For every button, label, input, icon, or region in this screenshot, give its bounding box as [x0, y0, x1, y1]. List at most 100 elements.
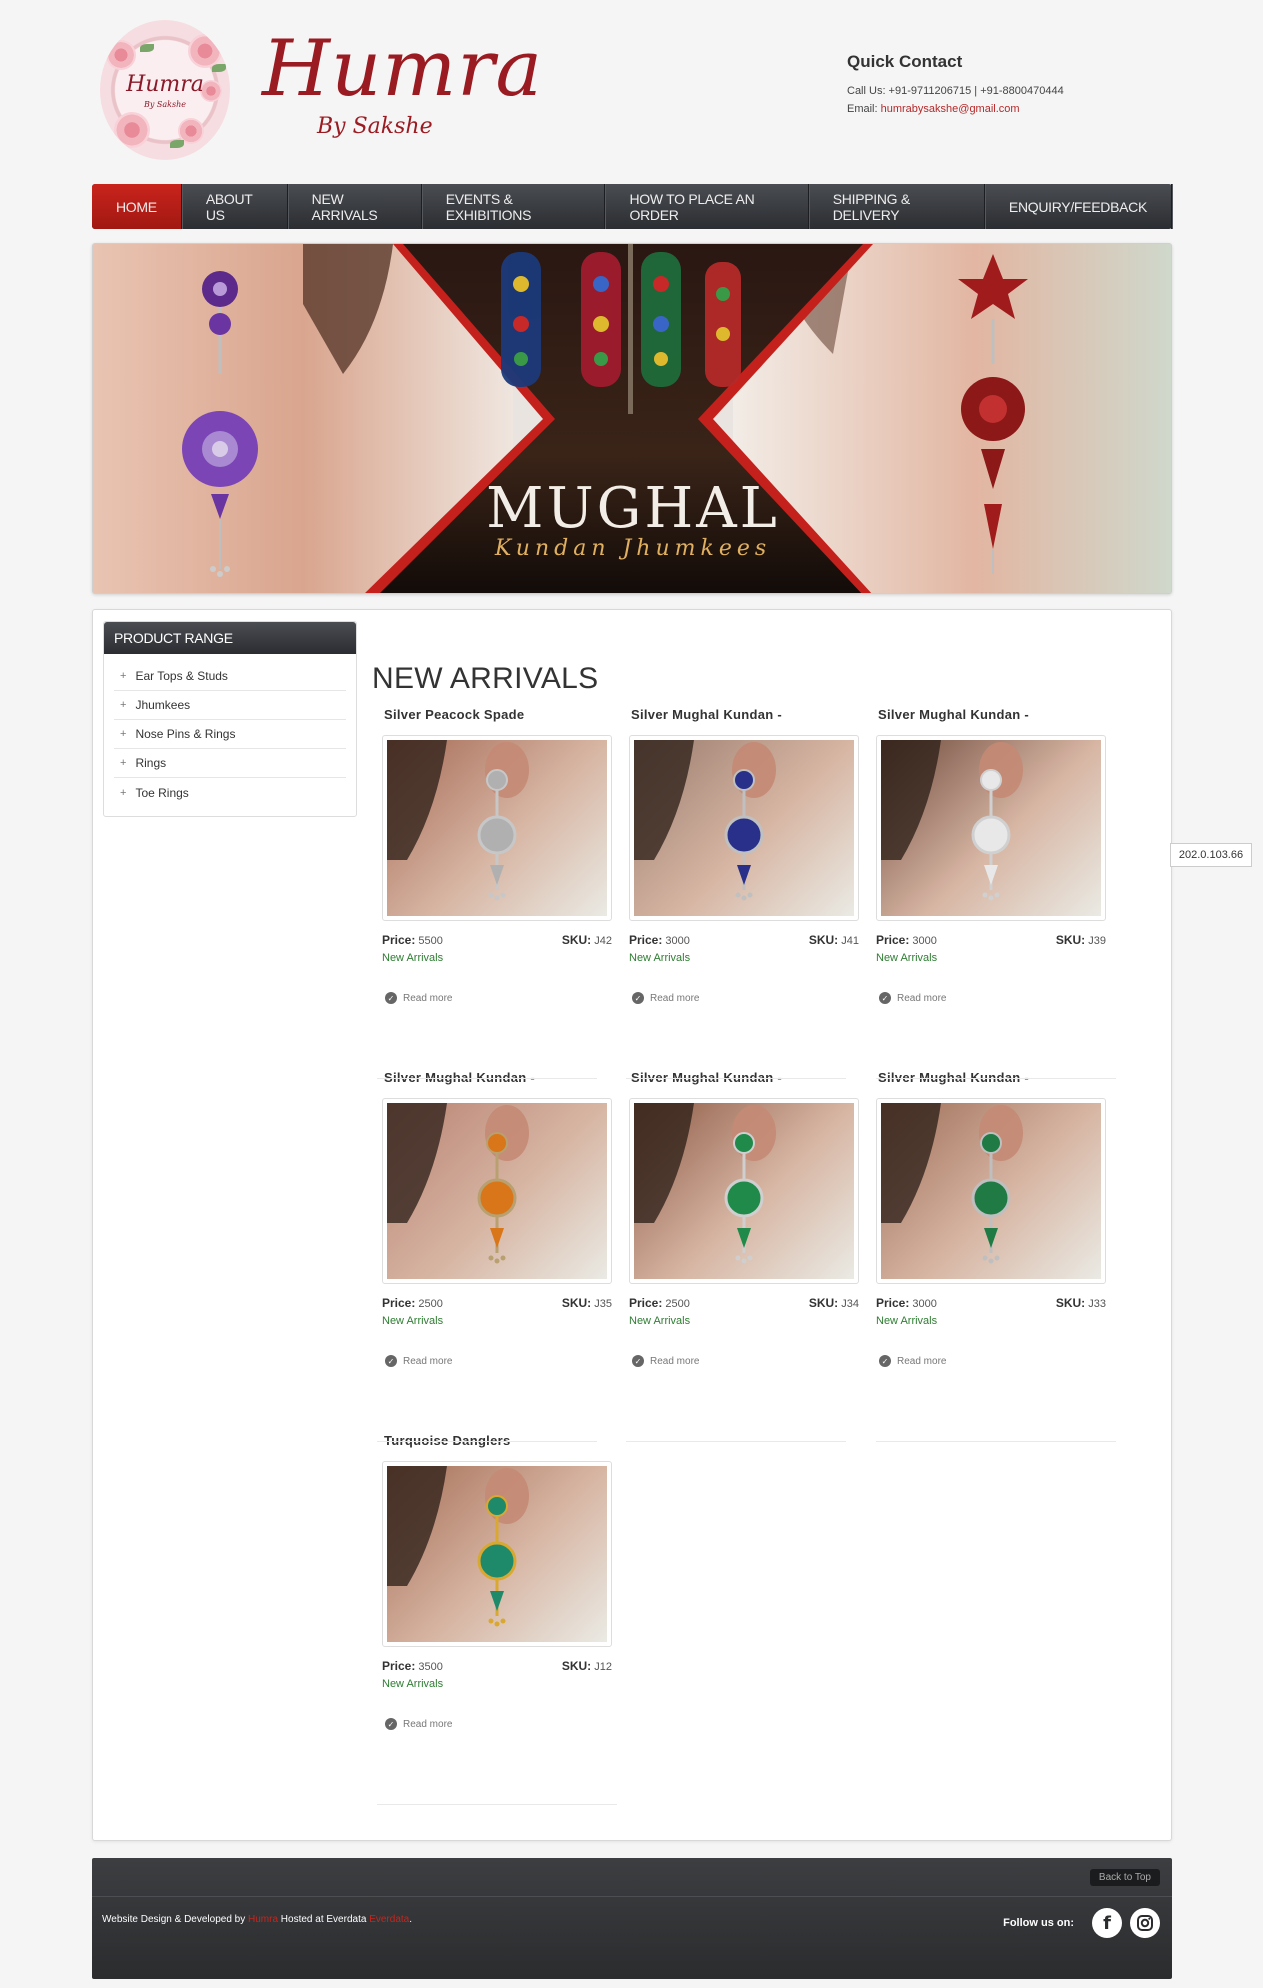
- product-image[interactable]: [876, 735, 1106, 921]
- hero-banner: MUGHAL Kundan Jhumkees: [92, 243, 1172, 594]
- nav-item-shipping-delivery[interactable]: SHIPPING & DELIVERY: [809, 184, 985, 229]
- banner-title: MUGHAL: [486, 476, 780, 541]
- product-category-link[interactable]: New Arrivals: [382, 952, 628, 964]
- product-title[interactable]: Silver Mughal Kundan -: [876, 1070, 1122, 1098]
- nav-item-label: ABOUT US: [205, 190, 253, 223]
- price: Price: 3000: [876, 933, 937, 947]
- sidebar-item-label: Rings: [135, 756, 167, 770]
- banner-subtitle: Kundan Jhumkees: [494, 536, 772, 561]
- logo-emblem[interactable]: Humra By Sakshe: [100, 20, 230, 160]
- read-more-label: Read more: [403, 1355, 453, 1367]
- contact-email-link[interactable]: humrabysakshe@gmail.com: [881, 103, 1020, 115]
- product-title[interactable]: Silver Mughal Kundan -: [382, 1070, 628, 1098]
- product-category-link[interactable]: New Arrivals: [876, 952, 1122, 964]
- nav-item-label: ENQUIRY/FEEDBACK: [1008, 198, 1147, 215]
- read-more-label: Read more: [650, 992, 700, 1004]
- earring-illustration: [634, 740, 776, 901]
- credit-suffix: .: [409, 1914, 413, 1925]
- sku: SKU: J35: [562, 1296, 612, 1310]
- sku-value: J41: [841, 935, 859, 947]
- sidebar-item[interactable]: + Nose Pins & Rings: [114, 720, 346, 749]
- nav-item-label: EVENTS & EXHIBITIONS: [445, 190, 532, 223]
- read-more-link[interactable]: ✓ Read more: [382, 1718, 628, 1730]
- price-value: 2500: [665, 1298, 690, 1310]
- sidebar-item[interactable]: + Ear Tops & Studs: [114, 662, 346, 691]
- sku-label: SKU:: [1055, 1296, 1086, 1310]
- product-title[interactable]: Silver Peacock Spade: [382, 707, 628, 735]
- read-more-link[interactable]: ✓ Read more: [382, 992, 628, 1004]
- site-header: Humra By Sakshe Humra By Sakshe Quick Co…: [92, 0, 1172, 180]
- price-sku-row: Price: 3000 SKU: J41: [629, 933, 859, 947]
- read-more-link[interactable]: ✓ Read more: [629, 1355, 875, 1367]
- sku-label: SKU:: [561, 933, 592, 947]
- sku-value: J39: [1088, 935, 1106, 947]
- product-card: Silver Peacock Spade Price: 5500 SKU: J42 N…: [382, 707, 628, 1004]
- read-more-label: Read more: [650, 1355, 700, 1367]
- read-more-link[interactable]: ✓ Read more: [382, 1355, 628, 1367]
- product-category-link[interactable]: New Arrivals: [382, 1678, 628, 1690]
- product-title[interactable]: Silver Mughal Kundan -: [629, 707, 875, 735]
- product-category-link[interactable]: New Arrivals: [629, 1315, 875, 1327]
- product-image[interactable]: [382, 735, 612, 921]
- product-image[interactable]: [382, 1461, 612, 1647]
- price-value: 5500: [418, 935, 443, 947]
- price-value: 3500: [418, 1661, 443, 1673]
- credit-developer-link[interactable]: Humra: [248, 1914, 278, 1925]
- row-divider: [377, 1804, 617, 1805]
- read-more-link[interactable]: ✓ Read more: [876, 992, 1122, 1004]
- nav-item-how-to-place-an-order[interactable]: HOW TO PLACE AN ORDER: [605, 184, 809, 229]
- product-category-link[interactable]: New Arrivals: [876, 1315, 1122, 1327]
- plus-icon: +: [120, 786, 127, 799]
- earring-illustration: [387, 1103, 529, 1264]
- sidebar-item-label: Ear Tops & Studs: [135, 669, 228, 683]
- nav-item-events-exhibitions[interactable]: EVENTS & EXHIBITIONS: [422, 184, 606, 229]
- price-label: Price:: [382, 933, 416, 947]
- read-more-link[interactable]: ✓ Read more: [876, 1355, 1122, 1367]
- earring-illustration: [634, 1103, 776, 1264]
- sku-value: J12: [594, 1661, 612, 1673]
- product-image[interactable]: [629, 735, 859, 921]
- product-title[interactable]: Turquoise Danglers: [382, 1433, 628, 1461]
- product-title[interactable]: Silver Mughal Kundan -: [629, 1070, 875, 1098]
- nav-item-about-us[interactable]: ABOUT US: [182, 184, 288, 229]
- product-card: Silver Mughal Kundan - Price: 2500 SKU: J3…: [382, 1070, 628, 1367]
- brand-name: Humra: [262, 24, 544, 114]
- row-divider: [876, 1078, 1116, 1079]
- read-more-label: Read more: [403, 1718, 453, 1730]
- check-circle-icon: ✓: [385, 1355, 397, 1367]
- sku-label: SKU:: [561, 1659, 592, 1673]
- brand-logo[interactable]: Humra By Sakshe: [262, 24, 562, 154]
- row-divider: [377, 1441, 597, 1442]
- ip-address-tag: 202.0.103.66: [1170, 843, 1252, 867]
- sidebar-list: + Ear Tops & Studs + Jhumkees + Nose Pins & R…: [104, 654, 356, 807]
- product-title[interactable]: Silver Mughal Kundan -: [876, 707, 1122, 735]
- product-image[interactable]: [876, 1098, 1106, 1284]
- price-label: Price:: [382, 1296, 416, 1310]
- follow-us: Follow us on: f: [1003, 1908, 1160, 1938]
- sidebar-item[interactable]: + Rings: [114, 749, 346, 778]
- sidebar-item-label: Toe Rings: [135, 785, 189, 800]
- nav-item-new-arrivals[interactable]: NEW ARRIVALS: [288, 184, 422, 229]
- nav-item-home[interactable]: HOME: [92, 184, 182, 229]
- nav-item-enquiry-feedback[interactable]: ENQUIRY/FEEDBACK: [985, 184, 1172, 229]
- instagram-icon[interactable]: [1130, 1908, 1160, 1938]
- product-image[interactable]: [382, 1098, 612, 1284]
- back-to-top-button[interactable]: Back to Top: [1089, 1869, 1160, 1886]
- sidebar-item[interactable]: + Toe Rings: [114, 778, 346, 807]
- product-category-link[interactable]: New Arrivals: [382, 1315, 628, 1327]
- check-circle-icon: ✓: [632, 992, 644, 1004]
- sku-value: J42: [594, 935, 612, 947]
- price-label: Price:: [382, 1659, 416, 1673]
- credit-host-link[interactable]: Everdata: [369, 1914, 409, 1925]
- price-value: 2500: [418, 1298, 443, 1310]
- product-image[interactable]: [629, 1098, 859, 1284]
- product-category-link[interactable]: New Arrivals: [629, 952, 875, 964]
- facebook-icon[interactable]: f: [1092, 1908, 1122, 1938]
- footer-divider: [92, 1896, 1172, 1897]
- price-sku-row: Price: 2500 SKU: J34: [629, 1296, 859, 1310]
- read-more-link[interactable]: ✓ Read more: [629, 992, 875, 1004]
- price: Price: 2500: [382, 1296, 443, 1310]
- site-footer: Back to Top Website Design & Developed b…: [92, 1858, 1172, 1979]
- sidebar-item[interactable]: + Jhumkees: [114, 691, 346, 720]
- price-label: Price:: [629, 1296, 663, 1310]
